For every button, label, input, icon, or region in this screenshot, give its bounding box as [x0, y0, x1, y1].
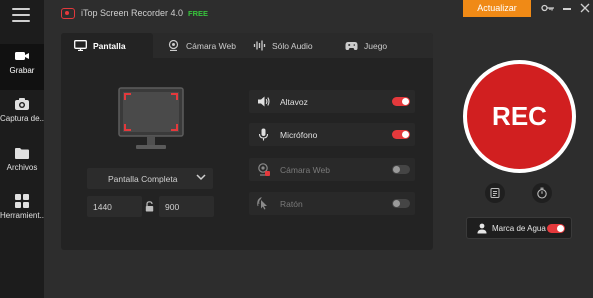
option-raton: Ratón	[249, 192, 415, 215]
schedule-button[interactable]	[532, 183, 552, 203]
grid-icon	[15, 194, 29, 208]
option-label: Micrófono	[280, 130, 318, 140]
monitor-icon	[74, 40, 87, 51]
camera-icon	[15, 52, 29, 60]
tab-bar: Pantalla Cámara Web Sólo Audio Juego	[61, 33, 433, 58]
option-label: Ratón	[280, 199, 303, 209]
microphone-icon	[258, 128, 269, 141]
folder-icon	[15, 148, 29, 159]
watermark-toggle[interactable]	[547, 224, 565, 233]
sidebar-item-archivos[interactable]: Archivos	[0, 141, 44, 187]
height-input[interactable]: 900	[159, 196, 214, 217]
free-badge: FREE	[188, 9, 209, 18]
width-input[interactable]: 1440	[87, 196, 142, 217]
audio-wave-icon	[253, 40, 266, 51]
photo-camera-icon	[15, 98, 29, 110]
upgrade-button[interactable]: Actualizar	[463, 0, 531, 17]
screen-preview-icon[interactable]	[118, 87, 184, 152]
tab-label: Pantalla	[93, 40, 126, 51]
minimize-button[interactable]	[563, 8, 571, 10]
width-value: 1440	[93, 202, 112, 212]
microfono-toggle[interactable]	[392, 130, 410, 139]
tab-label: Cámara Web	[186, 40, 236, 51]
option-label: Cámara Web	[280, 165, 330, 175]
screenshot-settings-button[interactable]	[485, 183, 505, 203]
camara-web-toggle[interactable]	[392, 165, 410, 174]
height-value: 900	[165, 202, 180, 212]
option-microfono: Micrófono	[249, 123, 415, 146]
rec-button-label: REC	[467, 64, 572, 169]
main-panel: Pantalla Cámara Web Sólo Audio Juego Pan…	[61, 33, 433, 250]
sidebar-item-label: Herramient...	[0, 211, 44, 220]
timer-icon	[537, 187, 547, 199]
webcam-icon	[258, 163, 270, 176]
app-window: Grabar Captura de... Archivos Herramient…	[0, 0, 593, 298]
menu-icon[interactable]	[12, 8, 30, 22]
tab-camara-web[interactable]: Cámara Web	[153, 33, 245, 58]
app-logo-icon	[61, 8, 75, 19]
webcam-icon	[168, 40, 179, 51]
tab-pantalla[interactable]: Pantalla	[61, 33, 153, 58]
sidebar-item-herramientas[interactable]: Herramient...	[0, 189, 44, 235]
tab-juego[interactable]: Juego	[337, 33, 433, 58]
capture-mode-select[interactable]: Pantalla Completa	[87, 168, 213, 189]
option-label: Altavoz	[280, 97, 308, 107]
sidebar-item-label: Archivos	[6, 163, 38, 172]
lock-icon[interactable]	[145, 201, 154, 212]
sidebar-item-label: Captura de...	[0, 114, 44, 123]
tab-solo-audio[interactable]: Sólo Audio	[245, 33, 337, 58]
sidebar-item-label: Grabar	[9, 66, 35, 75]
sidebar-item-captura[interactable]: Captura de...	[0, 92, 44, 138]
capture-mode-value: Pantalla Completa	[108, 174, 178, 184]
mouse-icon	[257, 197, 267, 210]
option-camara-web: Cámara Web	[249, 158, 415, 181]
tab-label: Juego	[364, 40, 388, 51]
raton-toggle[interactable]	[392, 199, 410, 208]
gamepad-icon	[345, 42, 358, 50]
option-altavoz: Altavoz	[249, 90, 415, 113]
sidebar: Grabar Captura de... Archivos Herramient…	[0, 0, 44, 298]
sidebar-item-grabar[interactable]: Grabar	[0, 44, 44, 90]
user-stamp-icon	[477, 223, 487, 234]
app-title: iTop Screen Recorder 4.0	[81, 8, 184, 18]
close-icon[interactable]	[580, 3, 590, 13]
rec-button[interactable]: REC	[463, 60, 576, 173]
speaker-icon	[258, 96, 270, 107]
note-icon	[490, 188, 500, 198]
tab-label: Sólo Audio	[272, 40, 313, 51]
chevron-down-icon	[196, 174, 206, 181]
altavoz-toggle[interactable]	[392, 97, 410, 106]
watermark-control[interactable]: Marca de Agua	[466, 217, 572, 239]
watermark-label: Marca de Agua	[492, 224, 546, 233]
key-icon[interactable]	[541, 3, 555, 13]
